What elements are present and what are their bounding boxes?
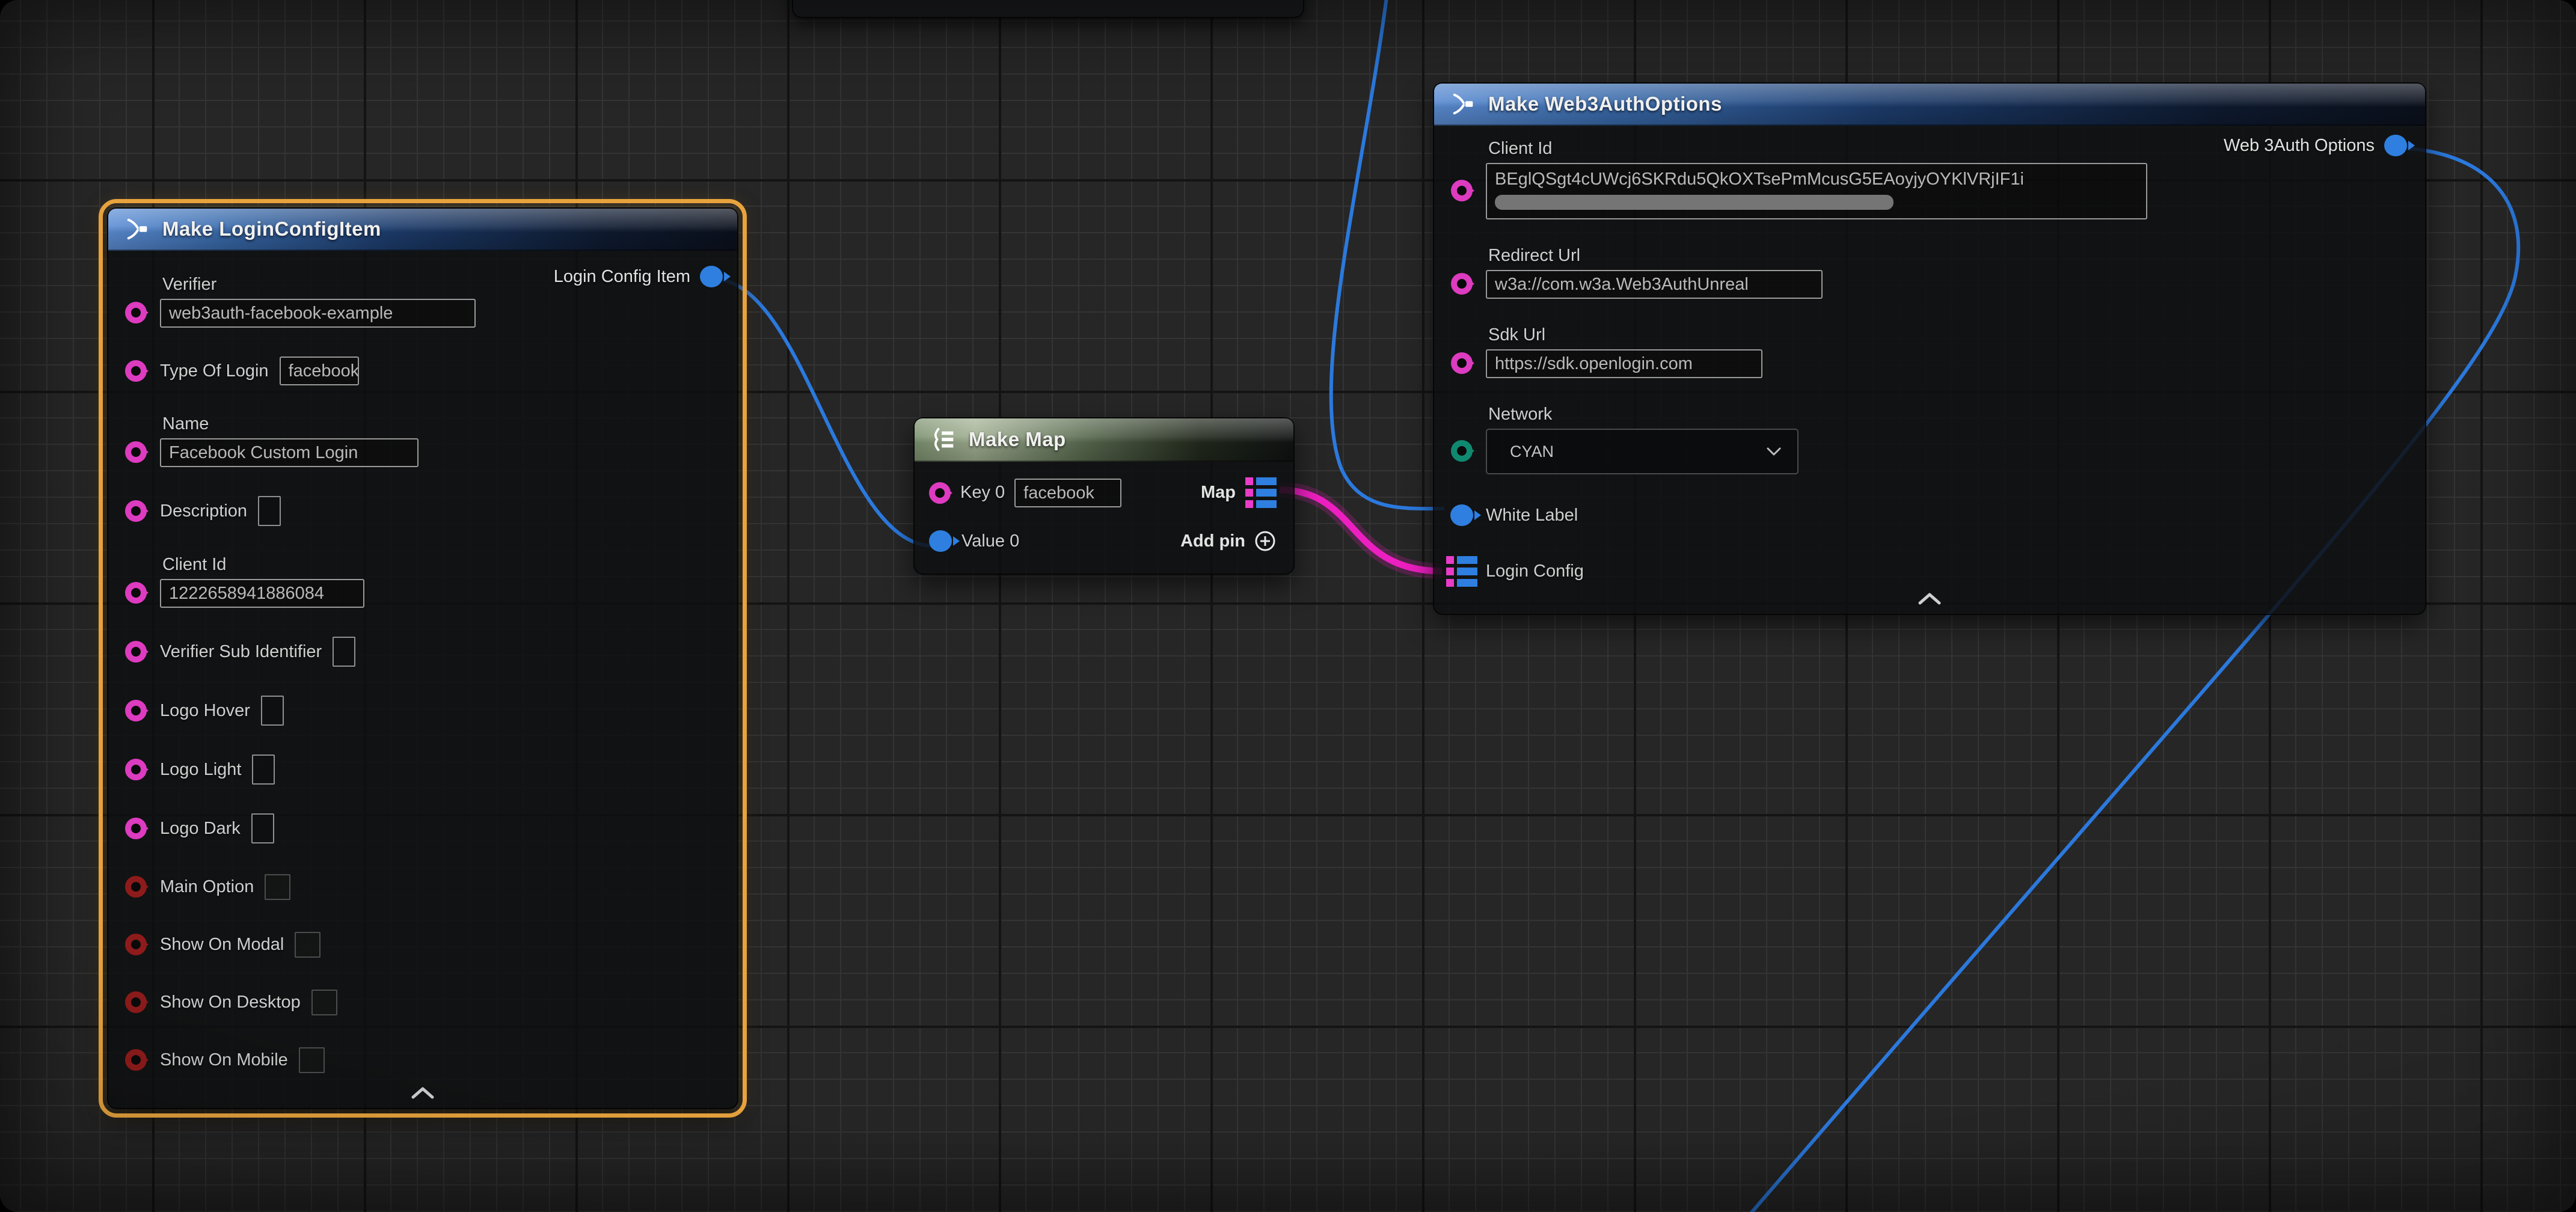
output-web3auth-options[interactable]: Web 3Auth Options xyxy=(2224,135,2407,156)
client-id-field[interactable]: BEglQSgt4cUWcj6SKRdu5QkOXTsePmMcusG5EAoy… xyxy=(1486,163,2147,219)
client-id-field[interactable]: 1222658941886084 xyxy=(160,579,364,608)
description-field[interactable] xyxy=(258,496,281,526)
pin-row-type-of-login: Type Of Login facebook xyxy=(108,357,737,385)
chevron-down-icon xyxy=(1766,447,1782,456)
node-make-web3authoptions[interactable]: Make Web3AuthOptions Web 3Auth Options C… xyxy=(1433,82,2426,615)
node-header-make-map[interactable]: Make Map xyxy=(915,418,1293,462)
pin-logo-dark[interactable] xyxy=(125,818,147,839)
pin-map-output[interactable] xyxy=(1245,477,1277,508)
output-login-config-item[interactable]: Login Config Item xyxy=(554,266,723,287)
sdk-url-field[interactable]: https://sdk.openlogin.com xyxy=(1486,349,1762,378)
pin-logo-hover[interactable] xyxy=(125,700,147,721)
wire-loginconfigitem-to-value0[interactable] xyxy=(713,279,933,546)
redirect-url-field[interactable]: w3a://com.w3a.Web3AuthUnreal xyxy=(1486,270,1823,299)
show-on-mobile-checkbox[interactable] xyxy=(299,1047,325,1073)
pin-show-on-mobile[interactable] xyxy=(125,1049,147,1071)
pin-verifier[interactable] xyxy=(125,302,147,323)
key-0-field[interactable]: facebook xyxy=(1014,479,1121,507)
show-on-modal-checkbox[interactable] xyxy=(295,932,320,958)
pin-value-0[interactable] xyxy=(929,530,952,552)
pin-row-network: Network CYAN xyxy=(1434,405,2425,474)
pin-row-logo-dark: Logo Dark xyxy=(108,813,737,843)
client-id-field-scrollbar[interactable] xyxy=(1495,195,1894,210)
pin-client-id[interactable] xyxy=(125,582,147,604)
pin-logo-light[interactable] xyxy=(125,759,147,780)
node-title: Make LoginConfigItem xyxy=(162,218,381,240)
pin-client-id[interactable] xyxy=(1451,180,1473,201)
pin-web3auth-options-output[interactable] xyxy=(2384,135,2407,156)
wire-map-glow xyxy=(1280,490,1442,571)
node-header-make-loginconfigitem[interactable]: Make LoginConfigItem xyxy=(108,209,737,251)
offscreen-node-top[interactable] xyxy=(792,0,1304,18)
pin-redirect-url[interactable] xyxy=(1451,273,1473,295)
network-dropdown[interactable]: CYAN xyxy=(1486,429,1799,474)
show-on-desktop-checkbox[interactable] xyxy=(311,990,337,1015)
pin-show-on-modal[interactable] xyxy=(125,934,147,955)
pin-name[interactable] xyxy=(125,441,147,463)
logo-hover-field[interactable] xyxy=(261,696,284,726)
collapse-chevron-icon[interactable] xyxy=(411,1086,435,1100)
type-of-login-field[interactable]: facebook xyxy=(280,357,359,385)
pin-type-of-login[interactable] xyxy=(125,360,147,382)
graph-canvas[interactable]: Make LoginConfigItem Login Config Item V… xyxy=(0,0,2576,1212)
make-struct-icon xyxy=(1450,90,1477,118)
pin-white-label[interactable] xyxy=(1450,504,1473,526)
node-header-make-web3authoptions[interactable]: Make Web3AuthOptions xyxy=(1434,84,2425,126)
pin-verifier-sub-identifier[interactable] xyxy=(125,641,147,663)
pin-login-config[interactable] xyxy=(1446,556,1477,587)
pin-row-main-option: Main Option xyxy=(108,872,737,901)
map-value-row: Value 0 Add pin xyxy=(929,530,1277,552)
wire-top-to-whitelabel[interactable] xyxy=(1331,0,1444,509)
pin-sdk-url[interactable] xyxy=(1451,352,1473,374)
map-key-row: Key 0 facebook Map xyxy=(929,477,1277,508)
pin-row-show-on-modal: Show On Modal xyxy=(108,930,737,959)
pin-row-description: Description xyxy=(108,496,737,526)
pin-row-show-on-mobile: Show On Mobile xyxy=(108,1045,737,1074)
blueprint-editor: Make LoginConfigItem Login Config Item V… xyxy=(0,0,2576,1212)
node-make-loginconfigitem[interactable]: Make LoginConfigItem Login Config Item V… xyxy=(107,207,738,1109)
name-field[interactable]: Facebook Custom Login xyxy=(160,438,419,467)
pin-row-verifier-sub-identifier: Verifier Sub Identifier xyxy=(108,637,737,667)
node-make-map[interactable]: Make Map Key 0 facebook Map xyxy=(913,417,1295,575)
pin-row-sdk-url: Sdk Url https://sdk.openlogin.com xyxy=(1434,325,2425,378)
pin-row-logo-light: Logo Light xyxy=(108,754,737,785)
pin-login-config-item-output[interactable] xyxy=(700,266,723,287)
make-map-icon xyxy=(930,426,958,453)
pin-row-name: Name Facebook Custom Login xyxy=(108,414,737,467)
pin-row-login-config: Login Config xyxy=(1434,556,2425,587)
collapse-chevron-icon[interactable] xyxy=(1918,592,1942,605)
add-pin-button[interactable]: Add pin xyxy=(1180,530,1277,552)
logo-light-field[interactable] xyxy=(252,754,275,785)
pin-key-0[interactable] xyxy=(929,482,951,504)
pin-row-client-id: Client Id 1222658941886084 xyxy=(108,555,737,608)
make-struct-icon xyxy=(124,215,152,243)
node-title: Make Web3AuthOptions xyxy=(1488,93,1722,115)
pin-main-option[interactable] xyxy=(125,876,147,898)
node-title: Make Map xyxy=(969,428,1066,451)
pin-row-white-label: White Label xyxy=(1434,501,2425,530)
pin-description[interactable] xyxy=(125,500,147,522)
verifier-field[interactable]: web3auth-facebook-example xyxy=(160,299,476,328)
pin-row-logo-hover: Logo Hover xyxy=(108,696,737,726)
verifier-sub-identifier-field[interactable] xyxy=(333,637,355,667)
add-pin-plus-icon xyxy=(1254,530,1277,552)
pin-row-show-on-desktop: Show On Desktop xyxy=(108,988,737,1017)
pin-row-redirect-url: Redirect Url w3a://com.w3a.Web3AuthUnrea… xyxy=(1434,246,2425,299)
logo-dark-field[interactable] xyxy=(251,813,274,843)
pin-network[interactable] xyxy=(1451,440,1473,462)
main-option-checkbox[interactable] xyxy=(265,874,290,900)
pin-show-on-desktop[interactable] xyxy=(125,991,147,1013)
